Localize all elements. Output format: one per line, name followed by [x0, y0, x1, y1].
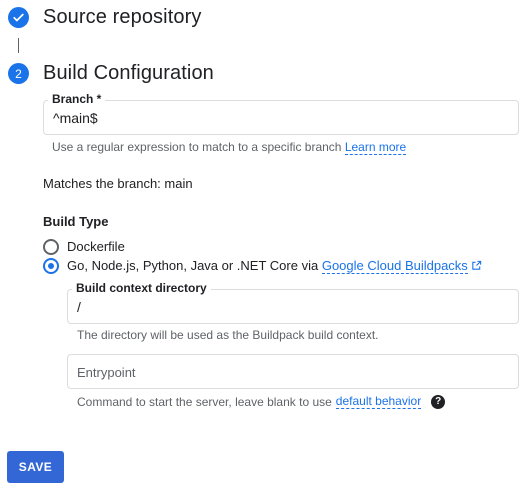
- entrypoint-helper-message: Command to start the server, leave blank…: [77, 394, 332, 409]
- google-cloud-buildpacks-link[interactable]: Google Cloud Buildpacks: [321, 258, 468, 274]
- branch-helper-text: Use a regular expression to match to a s…: [52, 140, 407, 155]
- step-title-build-configuration: Build Configuration: [43, 62, 214, 84]
- branch-match-text: Matches the branch: main: [43, 176, 193, 191]
- build-type-heading: Build Type: [43, 214, 109, 229]
- radio-label-buildpacks[interactable]: Go, Node.js, Python, Java or .NET Core v…: [67, 258, 482, 274]
- save-button[interactable]: SAVE: [7, 451, 64, 483]
- step-complete-check-icon: [8, 7, 29, 28]
- learn-more-link[interactable]: Learn more: [344, 140, 407, 155]
- build-context-directory-label: Build context directory: [72, 281, 211, 295]
- step-number-badge: 2: [8, 63, 29, 84]
- build-context-helper-text: The directory will be used as the Buildp…: [77, 328, 379, 342]
- radio-label-buildpacks-text: Go, Node.js, Python, Java or .NET Core v…: [67, 258, 319, 273]
- branch-input-value[interactable]: ^main$: [53, 110, 98, 126]
- branch-field-label: Branch *: [48, 92, 106, 106]
- radio-buildpacks[interactable]: [43, 258, 59, 274]
- build-context-directory-value[interactable]: /: [77, 299, 81, 315]
- check-icon: [13, 13, 24, 22]
- branch-field[interactable]: ^main$: [43, 100, 519, 135]
- entrypoint-helper-text: Command to start the server, leave blank…: [77, 394, 446, 409]
- entrypoint-field[interactable]: Entrypoint: [67, 354, 519, 389]
- entrypoint-placeholder[interactable]: Entrypoint: [77, 365, 136, 380]
- radio-label-dockerfile[interactable]: Dockerfile: [67, 239, 125, 254]
- help-icon[interactable]: ?: [431, 394, 446, 409]
- default-behavior-link[interactable]: default behavior: [335, 394, 422, 409]
- external-link-icon[interactable]: [471, 260, 482, 271]
- step-connector-line: [18, 38, 19, 53]
- radio-dockerfile[interactable]: [43, 239, 59, 255]
- step-title-source-repository[interactable]: Source repository: [43, 6, 201, 29]
- branch-helper-message: Use a regular expression to match to a s…: [52, 140, 342, 154]
